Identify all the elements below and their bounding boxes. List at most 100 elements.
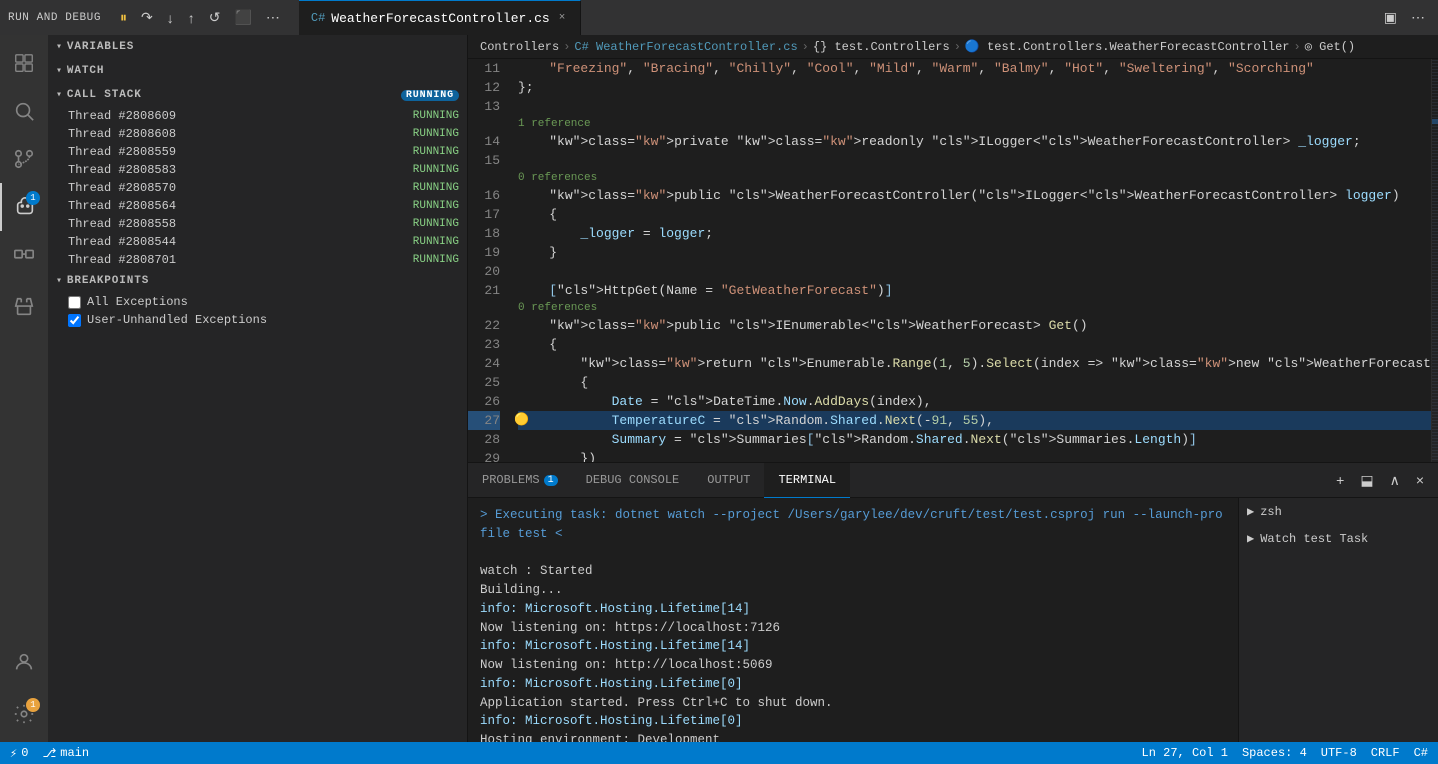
status-language[interactable]: C# [1414, 746, 1428, 760]
breakpoints-header[interactable]: ▾ BREAKPOINTS [48, 269, 467, 293]
minimap [1431, 59, 1438, 462]
line-number: 18 [468, 224, 500, 243]
tab-terminal[interactable]: TERMINAL [764, 463, 850, 498]
terminal-side-item[interactable]: ▶Watch test Task [1239, 525, 1438, 552]
terminal-side-item[interactable]: ▶zsh [1239, 498, 1438, 525]
code-line: ["cls">HttpGet(Name = "GetWeatherForecas… [518, 281, 1431, 300]
debug-title: RUN AND DEBUG [8, 12, 101, 24]
status-position[interactable]: Ln 27, Col 1 [1142, 746, 1228, 760]
variables-header[interactable]: ▾ VARIABLES [48, 35, 467, 59]
terminal-side-panel: ▶zsh▶Watch test Task [1238, 498, 1438, 742]
code-ref-line: 0 references [518, 300, 1431, 316]
line-number: 23 [468, 335, 500, 354]
code-line: }; [518, 78, 1431, 97]
maximize-panel-button[interactable]: ∧ [1384, 470, 1406, 491]
breakpoint-item: User-Unhandled Exceptions [48, 311, 467, 329]
main-layout: 1 1 [0, 35, 1438, 742]
breadcrumb-method[interactable]: ◎ Get() [1305, 39, 1355, 54]
callstack-item[interactable]: Thread #2808559RUNNING [48, 143, 467, 161]
terminal-line: info: Microsoft.Hosting.Lifetime[0] [480, 675, 1226, 694]
callstack-item[interactable]: Thread #2808558RUNNING [48, 215, 467, 233]
breakpoints-section: ▾ BREAKPOINTS All ExceptionsUser-Unhandl… [48, 269, 467, 329]
breadcrumb-file[interactable]: C# WeatherForecastController.cs [574, 40, 797, 54]
callstack-item[interactable]: Thread #2808608RUNNING [48, 125, 467, 143]
tab-debug-console[interactable]: DEBUG CONSOLE [572, 463, 694, 498]
status-spaces[interactable]: Spaces: 4 [1242, 746, 1307, 760]
more-button[interactable]: ⋯ [261, 6, 285, 29]
line-number-ref [468, 170, 500, 186]
watch-header[interactable]: ▾ WATCH [48, 59, 467, 83]
callstack-item[interactable]: Thread #2808583RUNNING [48, 161, 467, 179]
terminal-line: info: Microsoft.Hosting.Lifetime[14] [480, 637, 1226, 656]
activity-source-control[interactable] [0, 135, 48, 183]
code-scroll[interactable]: 1112131415161718192021222324252627282930… [468, 59, 1438, 462]
code-line: _logger = logger; [518, 224, 1431, 243]
variables-title: VARIABLES [67, 41, 134, 53]
breadcrumb-class[interactable]: 🔵 test.Controllers.WeatherForecastContro… [965, 39, 1290, 54]
panel-controls: + ⬓ ∧ × [1330, 470, 1438, 491]
editor-area: Controllers › C# WeatherForecastControll… [468, 35, 1438, 742]
pause-button[interactable]: ⏸ [115, 6, 132, 29]
stop-button[interactable]: ⬛ [229, 6, 256, 29]
activity-debug[interactable]: 1 [0, 183, 48, 231]
callstack-item[interactable]: Thread #2808609RUNNING [48, 107, 467, 125]
line-number: 27 [468, 411, 500, 430]
breadcrumb-namespace[interactable]: {} test.Controllers [813, 40, 950, 54]
callstack-items: Thread #2808609RUNNINGThread #2808608RUN… [48, 107, 467, 269]
activity-extensions[interactable] [0, 231, 48, 279]
code-line: { [518, 205, 1431, 224]
tab-output[interactable]: OUTPUT [693, 463, 764, 498]
callstack-item[interactable]: Thread #2808544RUNNING [48, 233, 467, 251]
activity-settings[interactable]: 1 [0, 690, 48, 738]
status-eol[interactable]: CRLF [1371, 746, 1400, 760]
tab-close-button[interactable]: × [556, 11, 569, 25]
step-out-button[interactable]: ↑ [183, 7, 200, 29]
terminal-pane[interactable]: > Executing task: dotnet watch --project… [468, 498, 1238, 742]
more-actions-button[interactable]: ⋯ [1406, 6, 1430, 29]
line-number: 21 [468, 281, 500, 300]
breadcrumb: Controllers › C# WeatherForecastControll… [468, 35, 1438, 59]
step-over-button[interactable]: ↷ [136, 6, 158, 29]
status-encoding[interactable]: UTF-8 [1321, 746, 1357, 760]
split-terminal-button[interactable]: ⬓ [1354, 470, 1379, 491]
callstack-item[interactable]: Thread #2808701RUNNING [48, 251, 467, 269]
breakpoint-item: All Exceptions [48, 293, 467, 311]
watch-title: WATCH [67, 65, 104, 77]
layout-button[interactable]: ▣ [1379, 6, 1402, 29]
callstack-item[interactable]: Thread #2808570RUNNING [48, 179, 467, 197]
callstack-chevron: ▾ [56, 89, 63, 101]
line-numbers: 1112131415161718192021222324252627282930 [468, 59, 510, 462]
line-number: 19 [468, 243, 500, 262]
callstack-item[interactable]: Thread #2808564RUNNING [48, 197, 467, 215]
code-line [518, 262, 1431, 281]
code-line: } [518, 243, 1431, 262]
code-line: 🟡 TemperatureC = "cls">Random.Shared.Nex… [518, 411, 1431, 430]
callstack-status: RUNNING [401, 90, 459, 101]
status-debug[interactable]: ⚡ 0 [10, 746, 28, 761]
status-bar: ⚡ 0 ⎇ main Ln 27, Col 1 Spaces: 4 UTF-8 … [0, 742, 1438, 764]
terminal-line: > Executing task: dotnet watch --project… [480, 506, 1226, 544]
code-line: { [518, 335, 1431, 354]
new-terminal-button[interactable]: + [1330, 470, 1350, 490]
close-panel-button[interactable]: × [1410, 470, 1430, 490]
callstack-header[interactable]: ▾ CALL STACK RUNNING [48, 83, 467, 107]
code-line: "kw">class="kw">public "cls">IEnumerable… [518, 316, 1431, 335]
terminal-line [480, 544, 1226, 563]
status-branch[interactable]: ⎇ main [42, 746, 89, 761]
breadcrumb-controllers[interactable]: Controllers [480, 40, 559, 54]
activity-search[interactable] [0, 87, 48, 135]
tab-problems[interactable]: PROBLEMS 1 [468, 463, 572, 498]
line-number: 14 [468, 132, 500, 151]
activity-explorer[interactable] [0, 39, 48, 87]
line-number: 20 [468, 262, 500, 281]
code-line: "kw">class="kw">private "kw">class="kw">… [518, 132, 1431, 151]
activity-account[interactable] [0, 638, 48, 686]
line-number-ref [468, 300, 500, 316]
editor-tab[interactable]: C# WeatherForecastController.cs × [299, 0, 581, 35]
top-bar: RUN AND DEBUG ⏸ ↷ ↓ ↑ ↺ ⬛ ⋯ C# WeatherFo… [0, 0, 1438, 35]
restart-button[interactable]: ↺ [204, 6, 226, 29]
code-line: { [518, 373, 1431, 392]
code-line [518, 151, 1431, 170]
step-into-button[interactable]: ↓ [162, 7, 179, 29]
activity-testing[interactable] [0, 283, 48, 331]
